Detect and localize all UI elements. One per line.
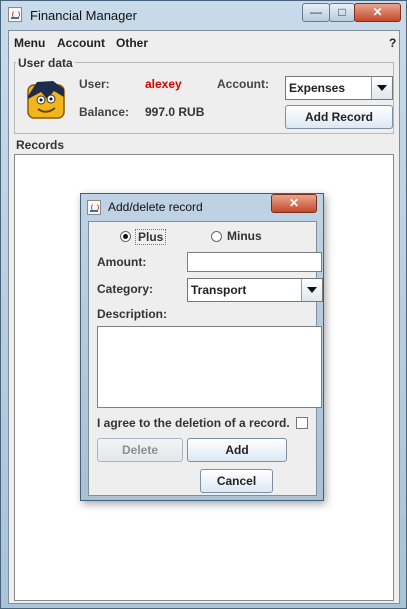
balance-value: 997.0 RUB <box>145 105 205 119</box>
delete-button[interactable]: Delete <box>97 438 183 462</box>
agree-label: I agree to the deletion of a record. <box>97 416 290 430</box>
menu-item-help[interactable]: ? <box>389 36 396 50</box>
minimize-button[interactable]: — <box>302 3 330 22</box>
user-data-title: User data <box>16 56 75 70</box>
dropdown-arrow-icon[interactable] <box>301 279 322 301</box>
main-window: Financial Manager — □ ✕ Menu Account Oth… <box>0 0 407 609</box>
user-name: alexey <box>145 77 182 91</box>
plus-radio[interactable] <box>120 231 131 242</box>
amount-label: Amount: <box>97 255 147 269</box>
agree-checkbox[interactable] <box>296 417 308 429</box>
menu-item-menu[interactable]: Menu <box>14 36 45 50</box>
minus-label: Minus <box>227 229 262 243</box>
description-label: Description: <box>97 307 168 321</box>
menu-bar: Menu Account Other ? <box>9 31 399 53</box>
dropdown-arrow-icon[interactable] <box>371 77 392 99</box>
category-label: Category: <box>97 282 154 296</box>
user-avatar-icon <box>27 81 65 119</box>
maximize-button[interactable]: □ <box>329 3 355 22</box>
window-title: Financial Manager <box>30 8 137 23</box>
category-select-value: Transport <box>191 283 247 297</box>
plus-label: Plus <box>135 229 167 245</box>
menu-item-other[interactable]: Other <box>116 36 148 50</box>
amount-input[interactable] <box>187 252 322 272</box>
close-button[interactable]: ✕ <box>354 3 401 22</box>
user-label: User: <box>79 77 110 91</box>
add-delete-record-dialog: Add/delete record ✕ Plus Minus Amount: C… <box>80 193 324 501</box>
add-button[interactable]: Add <box>187 438 287 462</box>
dialog-client: Plus Minus Amount: Category: Transport D… <box>88 221 323 496</box>
minus-radio[interactable] <box>211 231 222 242</box>
balance-label: Balance: <box>79 105 130 119</box>
account-select[interactable]: Expenses <box>285 76 393 100</box>
java-app-icon <box>8 7 22 22</box>
menu-item-account[interactable]: Account <box>57 36 105 50</box>
dialog-close-button[interactable]: ✕ <box>271 194 317 213</box>
title-bar: Financial Manager — □ ✕ <box>1 1 406 29</box>
java-app-icon <box>87 200 101 215</box>
add-record-button[interactable]: Add Record <box>285 105 393 129</box>
category-select[interactable]: Transport <box>187 278 323 302</box>
records-title: Records <box>16 138 65 152</box>
cancel-button[interactable]: Cancel <box>200 469 273 493</box>
description-textarea[interactable] <box>97 326 322 408</box>
account-select-value: Expenses <box>289 81 346 95</box>
dialog-title: Add/delete record <box>108 200 203 214</box>
account-label: Account: <box>217 77 269 91</box>
